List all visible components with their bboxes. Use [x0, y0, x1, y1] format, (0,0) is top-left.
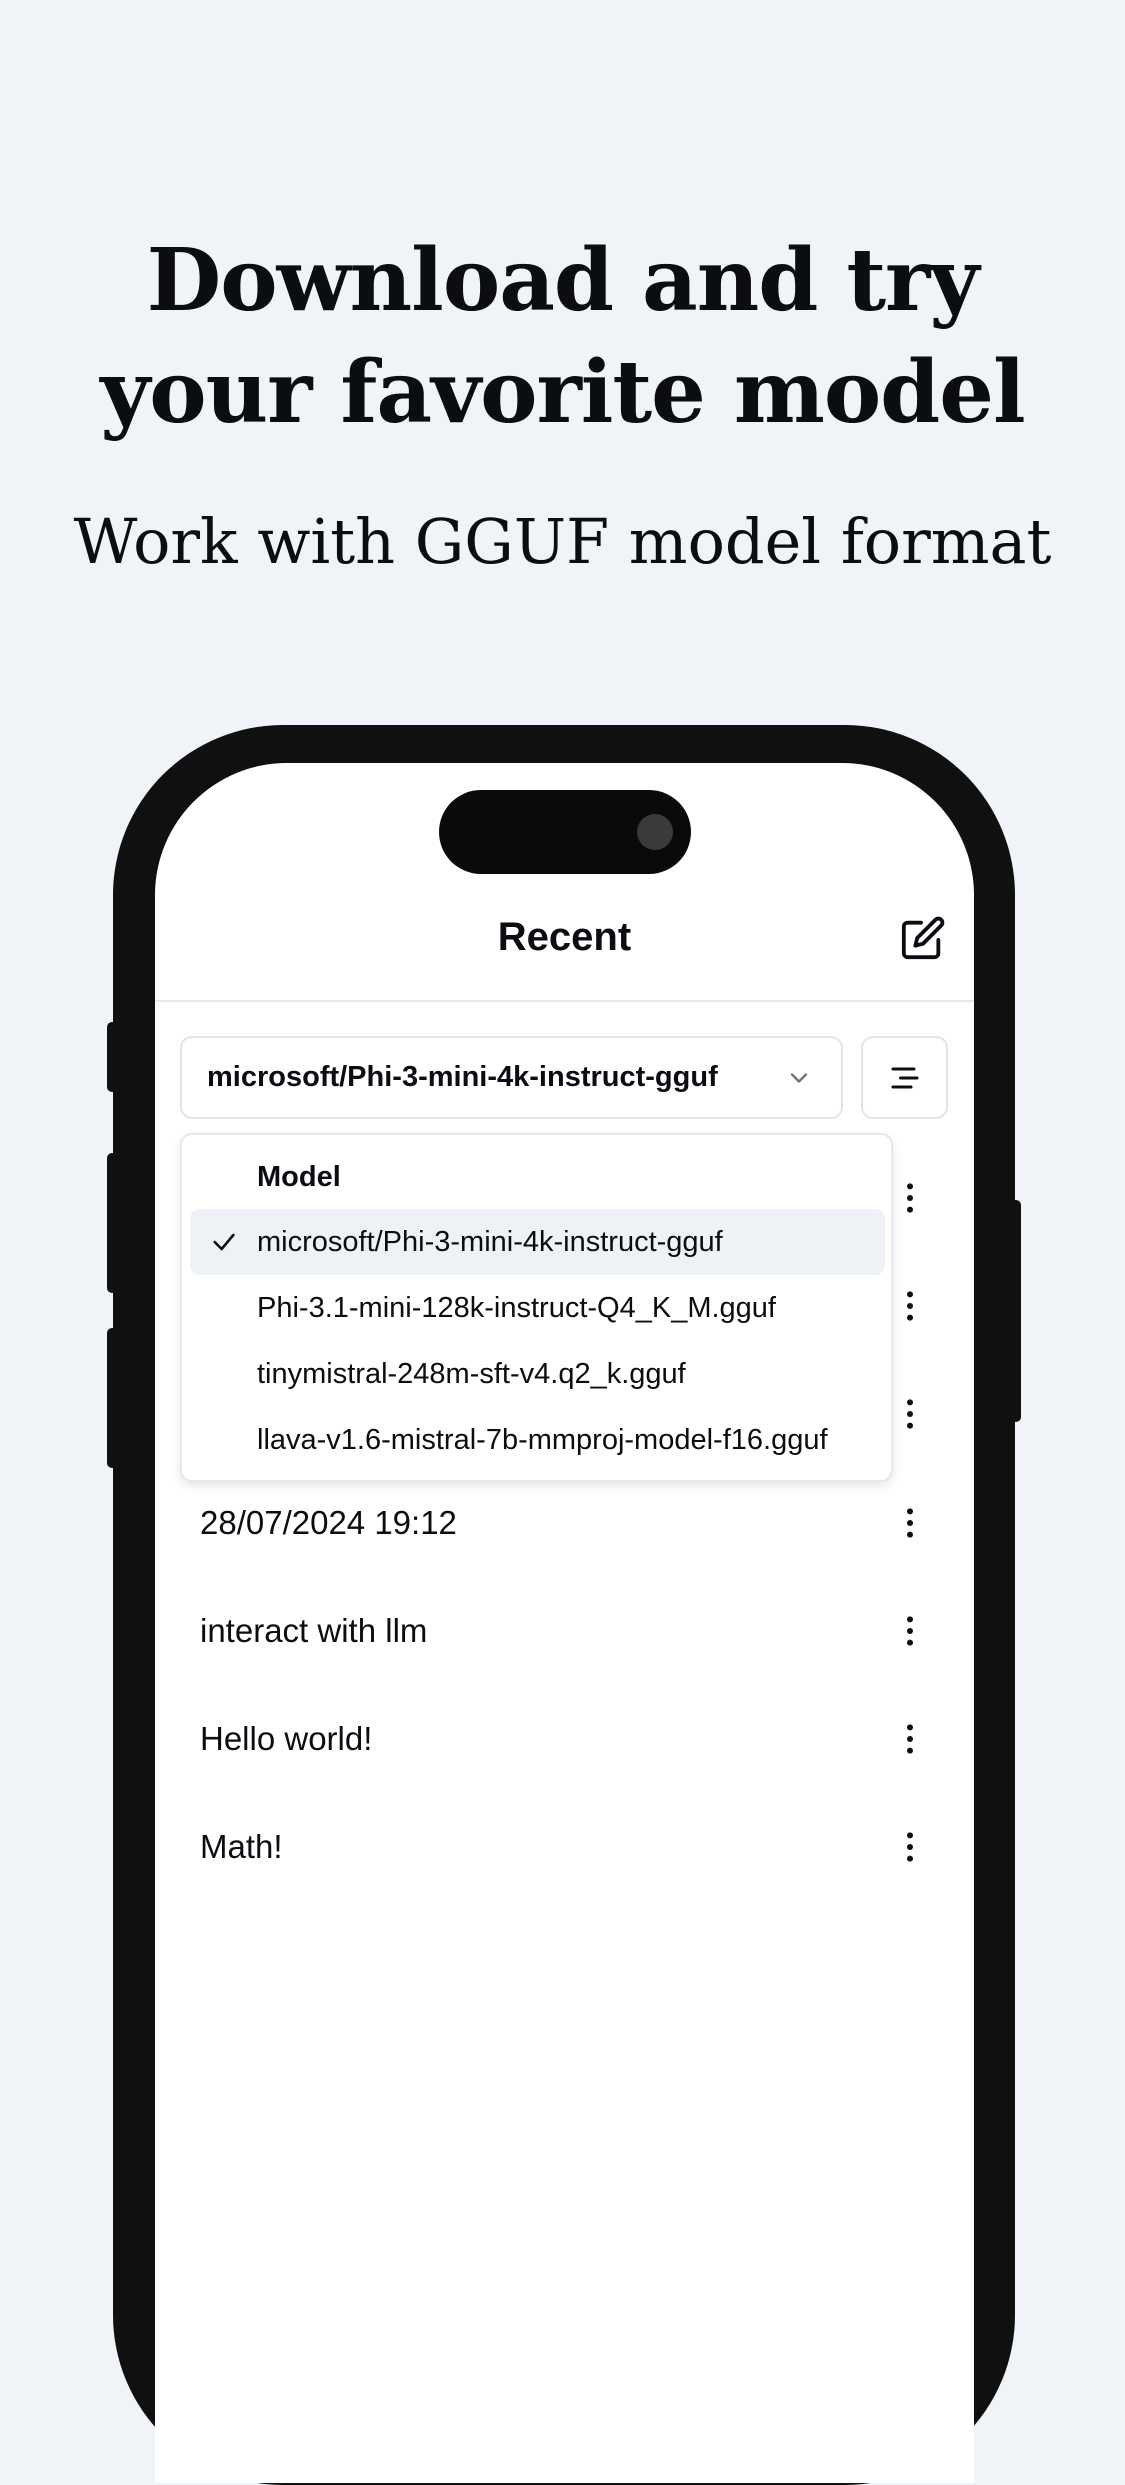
chat-title: 28/07/2024 19:12 — [200, 1504, 457, 1541]
phone-side-button-volume-down — [107, 1328, 117, 1468]
sort-icon — [891, 1067, 919, 1089]
more-vertical-icon — [907, 1399, 913, 1429]
dropdown-option-label: Phi-3.1-mini-128k-instruct-Q4_K_M.gguf — [257, 1292, 776, 1324]
chat-options-button[interactable] — [890, 1286, 930, 1326]
chat-list-item[interactable]: Hello world! — [200, 1699, 930, 1779]
app-header: Recent — [155, 875, 974, 1002]
chat-title: Hello world! — [200, 1720, 373, 1757]
dropdown-option[interactable]: llava-v1.6-mistral-7b-mmproj-model-f16.g… — [190, 1407, 885, 1473]
hero-title-line-1: Download and try — [146, 230, 980, 331]
model-select[interactable]: microsoft/Phi-3-mini-4k-instruct-gguf — [180, 1036, 843, 1119]
dropdown-option-label: llava-v1.6-mistral-7b-mmproj-model-f16.g… — [257, 1424, 828, 1456]
more-vertical-icon — [907, 1183, 913, 1213]
hero-subtitle: Work with GGUF model format — [73, 505, 1052, 578]
phone-side-button-power — [1011, 1200, 1021, 1422]
chat-list-item[interactable]: interact with llm — [200, 1591, 930, 1671]
new-chat-button[interactable] — [900, 915, 946, 961]
sort-button[interactable] — [861, 1036, 948, 1119]
chat-options-button[interactable] — [890, 1827, 930, 1867]
chat-options-button[interactable] — [890, 1503, 930, 1543]
edit-icon — [901, 916, 945, 960]
chat-title: Math! — [200, 1828, 283, 1865]
chat-options-button[interactable] — [890, 1611, 930, 1651]
model-select-value: microsoft/Phi-3-mini-4k-instruct-gguf — [207, 1061, 718, 1093]
more-vertical-icon — [907, 1291, 913, 1321]
phone-screen: Recent microsoft/Phi-3-mini-4k-instruct-… — [155, 763, 974, 2483]
check-icon — [213, 1233, 235, 1251]
hero-title: Download and try your favorite model — [0, 225, 1125, 449]
dropdown-option[interactable]: microsoft/Phi-3-mini-4k-instruct-gguf — [190, 1209, 885, 1275]
more-vertical-icon — [907, 1832, 913, 1862]
chat-title: interact with llm — [200, 1612, 428, 1649]
chat-list-item[interactable]: 28/07/2024 19:12 — [200, 1483, 930, 1563]
dropdown-option[interactable]: tinymistral-248m-sft-v4.q2_k.gguf — [190, 1341, 885, 1407]
chat-list-item[interactable]: Math! — [200, 1807, 930, 1887]
dropdown-option[interactable]: Phi-3.1-mini-128k-instruct-Q4_K_M.gguf — [190, 1275, 885, 1341]
dropdown-option-label: microsoft/Phi-3-mini-4k-instruct-gguf — [257, 1226, 723, 1258]
chat-options-button[interactable] — [890, 1178, 930, 1218]
more-vertical-icon — [907, 1508, 913, 1538]
dynamic-island — [439, 790, 691, 874]
model-dropdown-menu: Model microsoft/Phi-3-mini-4k-instruct-g… — [180, 1133, 893, 1482]
phone-side-button-volume-up — [107, 1153, 117, 1293]
phone-side-button-action — [107, 1022, 117, 1092]
dropdown-option-label: tinymistral-248m-sft-v4.q2_k.gguf — [257, 1358, 686, 1390]
more-vertical-icon — [907, 1616, 913, 1646]
hero-title-line-2: your favorite model — [100, 342, 1025, 443]
chat-options-button[interactable] — [890, 1394, 930, 1434]
chat-options-button[interactable] — [890, 1719, 930, 1759]
page-title: Recent — [497, 915, 632, 959]
dropdown-label: Model — [257, 1161, 341, 1193]
camera-lens — [637, 814, 673, 850]
chevron-down-icon — [790, 1073, 808, 1083]
more-vertical-icon — [907, 1724, 913, 1754]
